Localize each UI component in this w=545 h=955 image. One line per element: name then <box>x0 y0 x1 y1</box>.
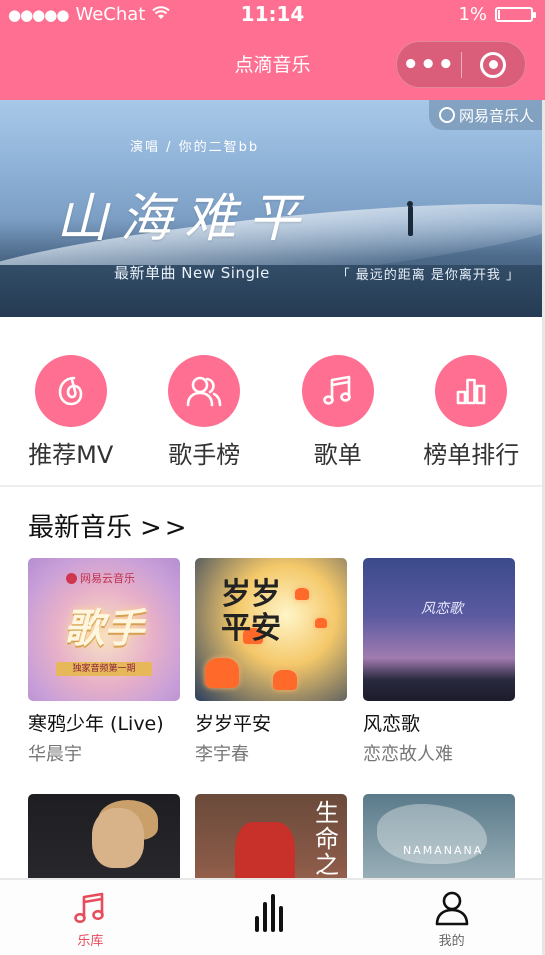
banner-tag: 网易音乐人 <box>428 100 542 130</box>
cover-brand: 网易云音乐 <box>66 570 135 586</box>
app-screen: ●●●●● WeChat 11:14 1% 点滴音乐 ••• 网易音乐人 演唱 … <box>0 0 545 955</box>
banner-tag-label: 网易音乐人 <box>458 106 534 125</box>
artist-name: 李宇春 <box>195 744 249 765</box>
cover-title: NAMANANA <box>403 844 484 857</box>
banner-title: 山海难平 <box>56 189 313 249</box>
bar-chart-icon <box>435 355 508 427</box>
tab-library[interactable]: 乐库 <box>0 880 181 955</box>
battery-percent: 1% <box>458 4 487 25</box>
song-card[interactable]: 网易云音乐 歌手 独家音频第一期 寒鸦少年 (Live) 华晨宇 <box>28 558 180 766</box>
tab-label: 我的 <box>438 934 465 949</box>
banner-subtitle: 最新单曲 New Single <box>114 264 270 282</box>
cover-title: 歌手 <box>64 606 144 652</box>
quicknav-singers[interactable]: 歌手榜 <box>140 317 268 485</box>
latest-music-header[interactable]: 最新音乐 >> <box>28 507 190 544</box>
netease-music-icon <box>34 355 107 427</box>
banner-singer: 演唱 / 你的二智bb <box>130 140 260 155</box>
music-note-icon <box>74 892 105 924</box>
quicknav-rankings[interactable]: 榜单排行 <box>407 317 535 485</box>
more-menu-button[interactable]: ••• <box>397 52 461 78</box>
quicknav-label: 歌手榜 <box>168 441 241 469</box>
more-arrow: >> <box>140 513 190 543</box>
user-icon <box>435 891 468 926</box>
miniprogram-capsule: ••• <box>396 41 526 88</box>
quicknav-label: 推荐MV <box>28 441 114 469</box>
status-right: 1% <box>458 4 536 25</box>
tab-label: 乐库 <box>77 934 104 949</box>
music-note-icon <box>301 355 374 427</box>
equalizer-icon <box>255 894 283 932</box>
singers-icon <box>168 355 241 427</box>
section-title: 最新音乐 <box>28 513 133 543</box>
quick-nav: 推荐MV 歌手榜 歌单 榜单排行 <box>0 317 542 487</box>
quicknav-label: 榜单排行 <box>423 441 520 469</box>
cover-title: 岁岁平安 <box>221 577 281 646</box>
tab-mine[interactable]: 我的 <box>361 880 542 955</box>
cover-brand-text: 网易云音乐 <box>80 572 135 585</box>
battery-icon <box>495 7 536 22</box>
artist-name: 华晨宇 <box>28 744 82 765</box>
banner-figure <box>407 201 413 236</box>
song-name: 风恋歌 <box>363 713 421 735</box>
header: ●●●●● WeChat 11:14 1% 点滴音乐 ••• <box>0 0 545 100</box>
cover-title: 生命之 <box>315 799 339 879</box>
status-bar: ●●●●● WeChat 11:14 1% <box>0 0 545 30</box>
tab-bar: 乐库 我的 <box>0 878 542 955</box>
artist-name: 恋恋故人难 <box>363 744 453 765</box>
banner-quote: 「 最远的距离 是你离开我 」 <box>336 268 520 283</box>
netease-logo-icon <box>438 107 455 123</box>
song-name: 寒鸦少年 (Live) <box>28 713 164 735</box>
target-icon <box>480 51 507 78</box>
tab-player[interactable] <box>181 880 362 955</box>
song-card[interactable]: 风恋歌 风恋歌 恋恋故人难 <box>363 558 515 766</box>
cover-title: 风恋歌 <box>421 601 463 617</box>
quicknav-label: 歌单 <box>313 441 362 469</box>
album-cover: 风恋歌 <box>363 558 515 701</box>
album-cover: 网易云音乐 歌手 独家音频第一期 <box>28 558 180 701</box>
close-miniprogram-button[interactable] <box>462 51 526 78</box>
cover-strip: 独家音频第一期 <box>56 662 152 676</box>
quicknav-playlists[interactable]: 歌单 <box>274 317 402 485</box>
album-cover: 岁岁平安 <box>195 558 347 701</box>
song-card[interactable]: 岁岁平安 岁岁平安 李宇春 <box>195 558 347 766</box>
quicknav-recommended-mv[interactable]: 推荐MV <box>7 317 135 485</box>
banner-carousel[interactable]: 网易音乐人 演唱 / 你的二智bb 山海难平 最新单曲 New Single 「… <box>0 100 542 317</box>
song-name: 岁岁平安 <box>195 713 272 735</box>
